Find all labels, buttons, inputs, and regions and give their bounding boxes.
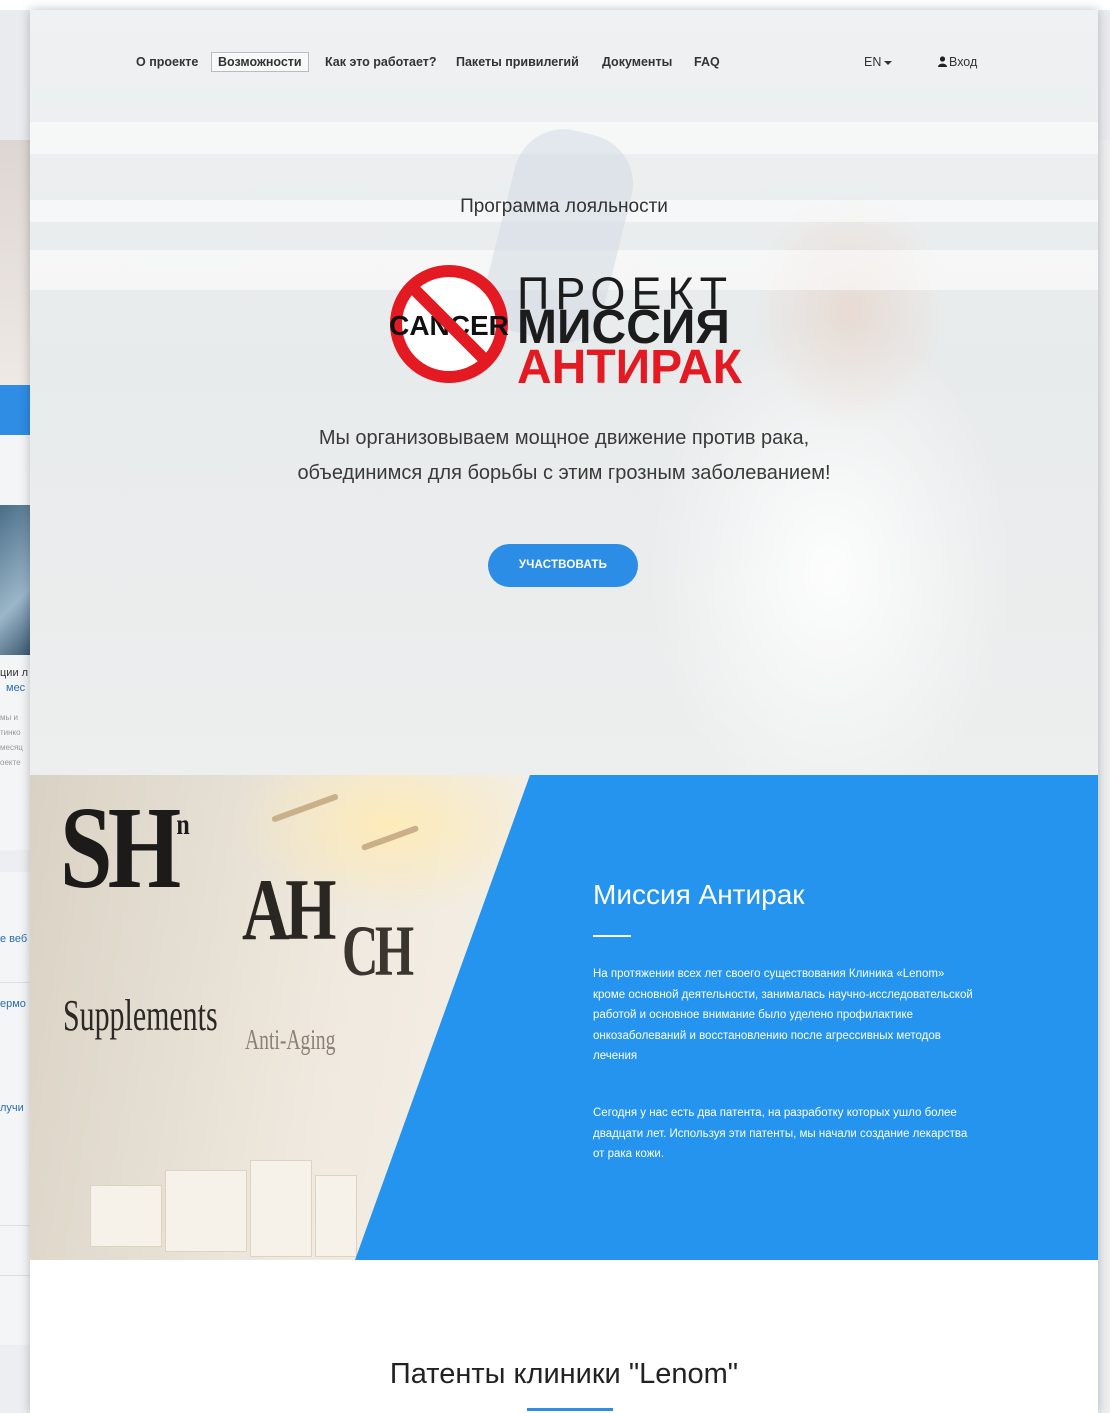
mission-title: Миссия Антирак <box>593 879 805 910</box>
background-card-subtitle: мес <box>6 682 26 694</box>
mission-title-underline <box>593 935 631 937</box>
mission-section: SHn AH CH Supplements Anti-Aging Миссия … <box>30 775 1098 1260</box>
photo-product-box <box>250 1160 312 1257</box>
background-link[interactable]: ермо <box>0 998 26 1010</box>
main-page: О проекте Возможности Как это работает? … <box>30 10 1098 1413</box>
language-label: EN <box>864 55 882 69</box>
participate-button[interactable]: УЧАСТВОВАТЬ <box>488 544 638 587</box>
photo-sign-ch: CH <box>342 911 414 991</box>
nav-item-about[interactable]: О проекте <box>130 53 204 71</box>
no-cancer-badge-icon: CANCER <box>389 265 509 383</box>
background-link[interactable]: лучи <box>0 1102 24 1114</box>
language-dropdown[interactable]: EN <box>858 53 898 71</box>
background-card-text: оекте <box>0 758 21 767</box>
photo-product-box <box>315 1175 357 1257</box>
nav-item-documents[interactable]: Документы <box>596 53 678 71</box>
hero-text-line-2: объединимся для борьбы с этим грозным за… <box>297 462 831 484</box>
hero-subtitle: Программа лояльности <box>460 196 668 217</box>
mission-antirak-logo: CANCER ПРОЕКТ МИССИЯ АНТИРАК <box>387 262 747 394</box>
hero-section: О проекте Возможности Как это работает? … <box>30 10 1098 775</box>
hero-text-line-1: Мы организовываем мощное движение против… <box>318 427 810 449</box>
patents-title-underline <box>527 1408 613 1411</box>
photo-sign-sh: SHn <box>60 782 190 913</box>
patents-section-title: Патенты клиники "Lenom" <box>389 1358 739 1390</box>
background-link[interactable]: е веб <box>0 933 27 945</box>
user-icon <box>938 54 947 72</box>
photo-sign-anti-aging: Anti-Aging <box>245 1025 336 1056</box>
background-window-right <box>1098 140 1110 1413</box>
photo-product-box <box>90 1185 162 1247</box>
logo-line-antirak: АНТИРАК <box>517 341 742 394</box>
nav-item-features[interactable]: Возможности <box>211 52 309 72</box>
photo-sign-ah: AH <box>242 862 337 959</box>
background-window-top <box>0 0 1110 10</box>
mission-paragraph-2: Сегодня у нас есть два патента, на разра… <box>593 1107 968 1160</box>
mission-paragraph-1: На протяжении всех лет своего существова… <box>593 968 973 1062</box>
nav-item-privilege-packages[interactable]: Пакеты привилегий <box>450 53 585 71</box>
login-link[interactable]: Вход <box>932 53 983 71</box>
photo-product-box <box>165 1170 247 1252</box>
background-card-text: мы и <box>0 713 18 722</box>
nav-item-how-it-works[interactable]: Как это работает? <box>319 53 443 71</box>
background-card-text: месяц <box>0 743 23 752</box>
nav-item-faq[interactable]: FAQ <box>688 53 726 71</box>
login-label: Вход <box>949 55 978 69</box>
photo-sign-supplements: Supplements <box>63 991 218 1040</box>
background-card-title: ции л <box>0 667 29 679</box>
top-navigation: О проекте Возможности Как это работает? … <box>30 10 1098 115</box>
background-card-text: тинко <box>0 728 21 737</box>
chevron-down-icon <box>884 60 893 65</box>
